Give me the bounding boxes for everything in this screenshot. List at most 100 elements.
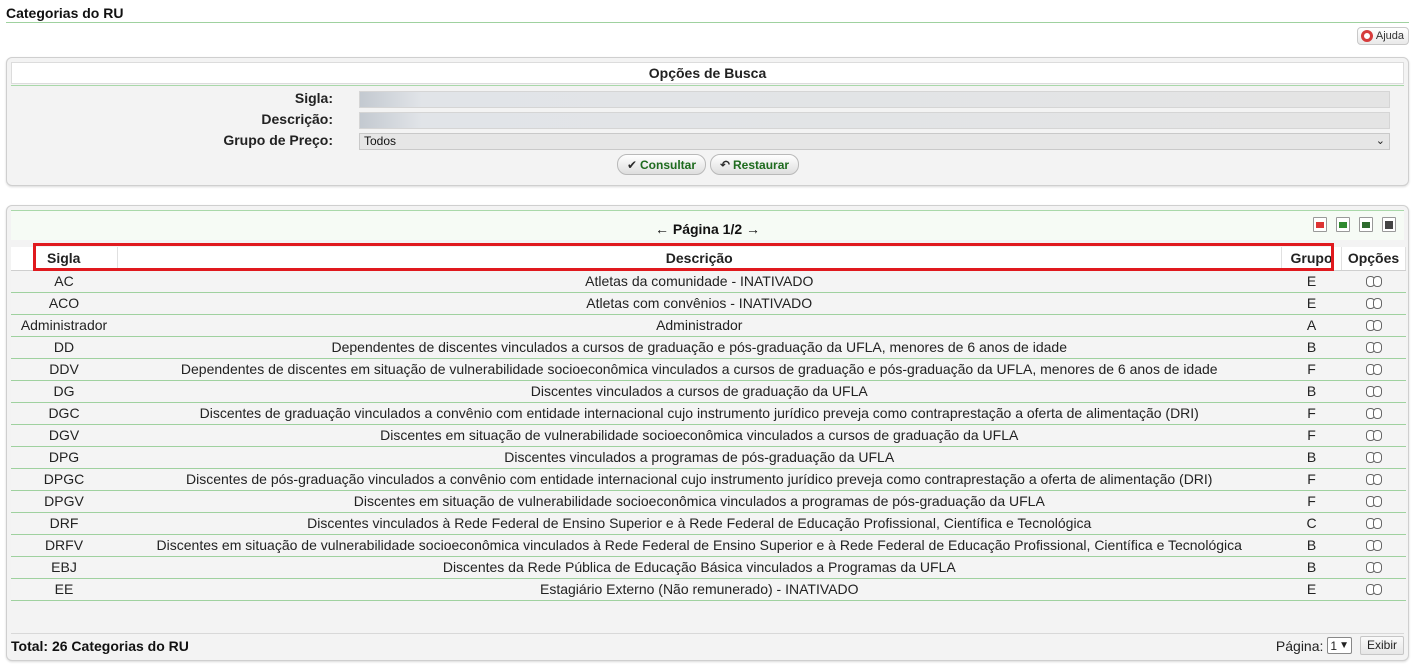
csv-export-icon[interactable] [1359, 217, 1373, 232]
cell-sigla: ACO [11, 292, 117, 315]
cell-descricao: Discentes em situação de vulnerabilidade… [117, 490, 1282, 513]
cell-grupo: B [1281, 336, 1342, 359]
excel-export-icon[interactable] [1336, 217, 1350, 232]
cell-descricao: Atletas com convênios - INATIVADO [117, 292, 1282, 315]
table-row: ACO Atletas com convênios - INATIVADO E [11, 292, 1406, 315]
cell-opcoes [1341, 270, 1406, 293]
column-header-descricao[interactable]: Descrição [117, 247, 1282, 271]
cell-grupo: C [1281, 512, 1342, 535]
cell-sigla: EE [11, 578, 117, 601]
cell-sigla: DRFV [11, 534, 117, 557]
cell-sigla: DPG [11, 446, 117, 469]
document-export-icon[interactable] [1382, 217, 1396, 232]
search-panel: Opções de Busca Sigla: Descrição: Grupo … [6, 57, 1409, 186]
binoculars-icon[interactable] [1365, 317, 1383, 331]
binoculars-icon[interactable] [1365, 449, 1383, 463]
cell-opcoes [1341, 358, 1406, 381]
column-header-grupo[interactable]: Grupo [1281, 247, 1342, 271]
consultar-button[interactable]: ✔ Consultar [617, 154, 706, 175]
table-row: Administrador Administrador A [11, 314, 1406, 337]
binoculars-icon[interactable] [1365, 581, 1383, 595]
sigla-input[interactable] [359, 91, 1390, 108]
table-row: DPGV Discentes em situação de vulnerabili… [11, 490, 1406, 513]
results-toolbar: ← Página 1/2 → [11, 210, 1404, 240]
search-panel-title: Opções de Busca [11, 62, 1404, 84]
cell-grupo: F [1281, 490, 1342, 513]
grupo-preco-label: Grupo de Preço: [223, 132, 333, 148]
page-selector: Página: 1 ▼ Exibir [1276, 636, 1404, 655]
table-row: DD Dependentes de discentes vinculados a … [11, 336, 1406, 359]
binoculars-icon[interactable] [1365, 361, 1383, 375]
descricao-input[interactable] [359, 112, 1390, 129]
binoculars-icon[interactable] [1365, 515, 1383, 529]
undo-icon: ↶ [719, 157, 731, 172]
title-divider [6, 22, 1409, 23]
search-panel-divider [11, 85, 1404, 86]
table-row: DPG Discentes vinculados a programas de p… [11, 446, 1406, 469]
cell-opcoes [1341, 424, 1406, 447]
help-label: Ajuda [1375, 30, 1404, 42]
table-row: DRFV Discentes em situação de vulnerabili… [11, 534, 1406, 557]
cell-descricao: Discentes de graduação vinculados a conv… [117, 402, 1282, 425]
cell-grupo: B [1281, 556, 1342, 579]
cell-descricao: Discentes da Rede Pública de Educação Bá… [117, 556, 1282, 579]
cell-descricao: Discentes vinculados a programas de pós-… [117, 446, 1282, 469]
footer-divider [11, 633, 1404, 634]
cell-descricao: Atletas da comunidade - INATIVADO [117, 270, 1282, 293]
cell-sigla: DG [11, 380, 117, 403]
cell-opcoes [1341, 468, 1406, 491]
total-count: Total: 26 Categorias do RU [11, 638, 189, 654]
cell-grupo: F [1281, 424, 1342, 447]
cell-descricao: Discentes de pós-graduação vinculados a … [117, 468, 1282, 491]
binoculars-icon[interactable] [1365, 295, 1383, 309]
cell-descricao: Estagiário Externo (Não remunerado) - IN… [117, 578, 1282, 601]
cell-opcoes [1341, 292, 1406, 315]
cell-opcoes [1341, 446, 1406, 469]
help-button[interactable]: Ajuda [1356, 27, 1409, 45]
table-row: DGC Discentes de graduação vinculados a c… [11, 402, 1406, 425]
grupo-preco-select[interactable]: Todos ⌄ [359, 133, 1390, 150]
cell-opcoes [1341, 402, 1406, 425]
page-title: Categorias do RU [6, 5, 124, 21]
cell-opcoes [1341, 534, 1406, 557]
table-row: DG Discentes vinculados a cursos de gradu… [11, 380, 1406, 403]
pagination-nav[interactable]: ← Página 1/2 → [11, 221, 1404, 237]
cell-grupo: F [1281, 402, 1342, 425]
cell-grupo: A [1281, 314, 1342, 337]
descricao-label: Descrição: [261, 111, 333, 127]
exibir-button[interactable]: Exibir [1359, 636, 1404, 655]
cell-sigla: DGV [11, 424, 117, 447]
cell-sigla: DPGV [11, 490, 117, 513]
binoculars-icon[interactable] [1365, 405, 1383, 419]
binoculars-icon[interactable] [1365, 471, 1383, 485]
cell-sigla: AC [11, 270, 117, 293]
table-row: DPGC Discentes de pós-graduação vinculado… [11, 468, 1406, 491]
table-row: DDV Dependentes de discentes em situação … [11, 358, 1406, 381]
binoculars-icon[interactable] [1365, 273, 1383, 287]
cell-descricao: Discentes em situação de vulnerabilidade… [117, 424, 1282, 447]
cell-opcoes [1341, 578, 1406, 601]
column-header-sigla[interactable]: Sigla [11, 247, 118, 271]
cell-opcoes [1341, 336, 1406, 359]
cell-descricao: Discentes vinculados à Rede Federal de E… [117, 512, 1282, 535]
cell-grupo: F [1281, 468, 1342, 491]
page-label: Página: [1275, 637, 1324, 654]
binoculars-icon[interactable] [1365, 493, 1383, 507]
binoculars-icon[interactable] [1365, 339, 1383, 353]
table-row: AC Atletas da comunidade - INATIVADO E [11, 270, 1406, 293]
binoculars-icon[interactable] [1365, 537, 1383, 551]
cell-opcoes [1341, 556, 1406, 579]
cell-sigla: Administrador [11, 314, 117, 337]
page-select[interactable]: 1 ▼ [1327, 637, 1352, 654]
binoculars-icon[interactable] [1365, 383, 1383, 397]
pdf-export-icon[interactable] [1313, 217, 1327, 232]
cell-grupo: B [1281, 446, 1342, 469]
cell-descricao: Discentes vinculados a cursos de graduaç… [117, 380, 1282, 403]
binoculars-icon[interactable] [1365, 559, 1383, 573]
cell-descricao: Dependentes de discentes em situação de … [117, 358, 1282, 381]
restaurar-button[interactable]: ↶ Restaurar [710, 154, 799, 175]
cell-descricao: Discentes em situação de vulnerabilidade… [117, 534, 1282, 557]
table-header-row: Sigla Descrição Grupo Opções [11, 247, 1406, 271]
consultar-label: Consultar [640, 157, 697, 172]
binoculars-icon[interactable] [1365, 427, 1383, 441]
